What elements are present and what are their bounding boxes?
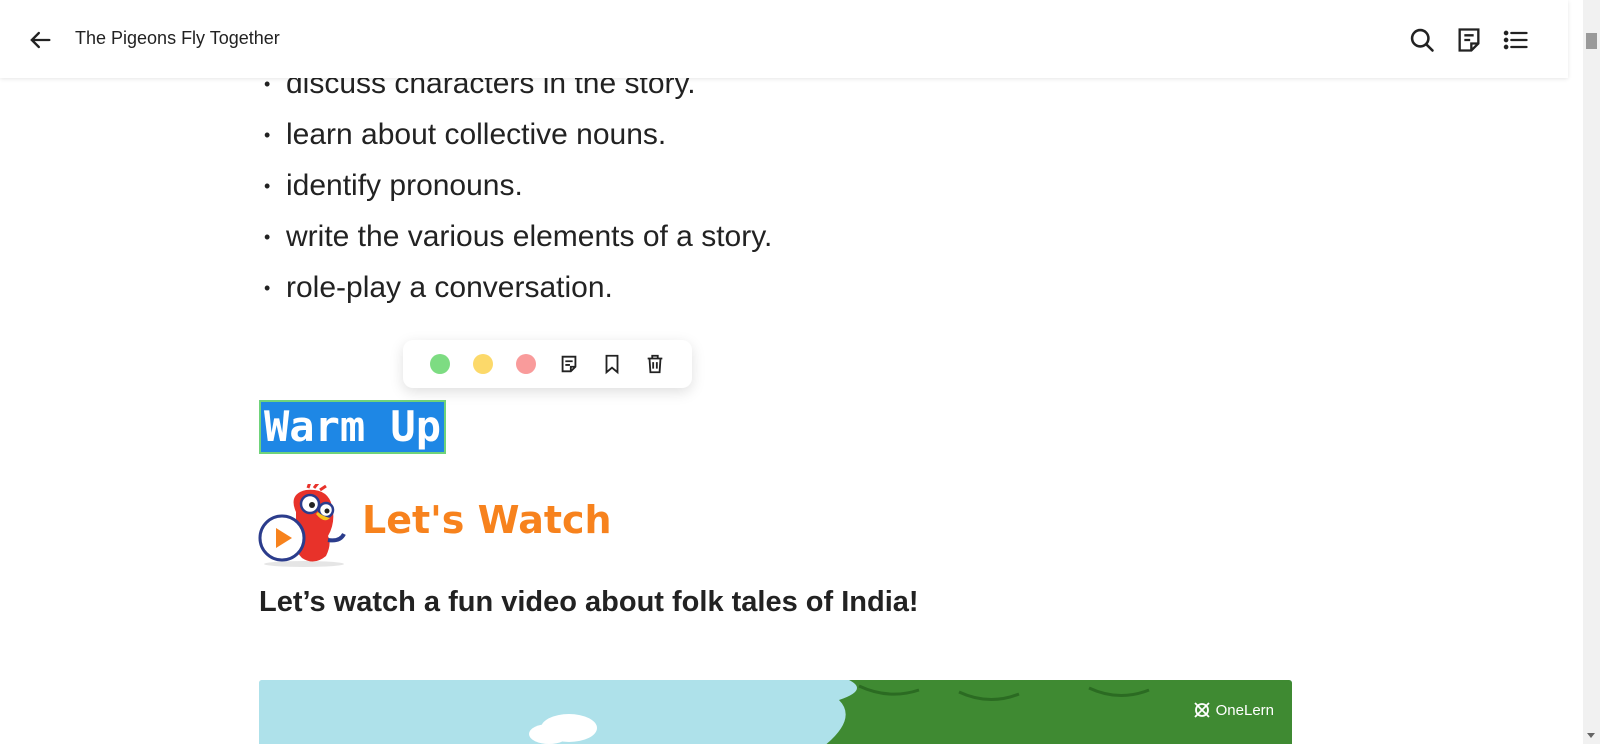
bullet: • [264,227,271,247]
back-arrow-icon[interactable] [26,26,54,54]
book-title: The Pigeons Fly Together [75,28,280,48]
highlight-green-button[interactable] [430,354,450,374]
search-icon[interactable] [1408,26,1436,54]
scrollbar-thumb[interactable] [1586,33,1597,49]
list-item: • role-play a conversation. [264,266,772,317]
list-item: • learn about collective nouns. [264,113,772,164]
list-item: • identify pronouns. [264,164,772,215]
bookmark-icon[interactable] [601,353,623,375]
highlight-red-button[interactable] [516,354,536,374]
activity-description: Let’s watch a fun video about folk tales… [259,586,919,618]
note-icon[interactable] [558,353,580,375]
video-player[interactable]: OneLern [259,680,1292,744]
trash-icon[interactable] [644,353,666,375]
reader-header: The Pigeons Fly Together [0,0,1568,78]
vertical-scrollbar[interactable] [1583,0,1600,744]
contents-list-icon[interactable] [1502,26,1530,54]
objectives-list: • discuss characters in the story. • learn… [264,62,772,317]
video-brand: OneLern [1192,700,1274,720]
bird-mascot-play-image [258,481,350,568]
selected-heading-warm-up[interactable]: Warm Up [259,400,447,454]
list-item: • write the various elements of a story. [264,215,772,266]
bullet: • [264,278,271,298]
bullet: • [264,176,271,196]
notes-icon[interactable] [1455,26,1483,54]
bullet: • [264,125,271,145]
scroll-down-arrow-icon[interactable] [1587,733,1595,738]
onelern-logo-icon [1193,702,1210,718]
highlight-toolbar [403,340,692,388]
reader-content: • discuss characters in the story. • learn… [0,0,1568,744]
video-thumbnail [259,680,1292,744]
activity-title: Let's Watch [362,498,612,542]
highlight-yellow-button[interactable] [473,354,493,374]
